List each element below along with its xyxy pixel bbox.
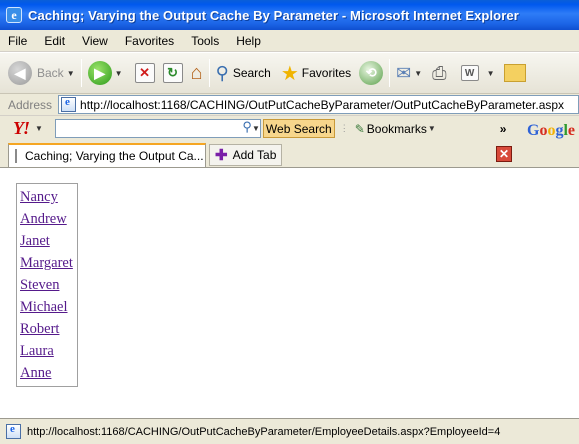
employee-link-janet[interactable]: Janet	[20, 230, 77, 252]
refresh-button[interactable]: ↻	[162, 56, 183, 90]
toolbar-separator	[208, 59, 210, 87]
google-logo-letter: G	[526, 122, 540, 139]
back-arrow-icon: ◀	[8, 61, 32, 85]
favorites-star-icon: ★	[280, 62, 299, 85]
forward-arrow-icon: ▶	[87, 61, 112, 85]
favorites-button[interactable]: ★ Favorites	[281, 56, 351, 90]
back-button[interactable]: ◀ Back ▼	[8, 56, 75, 90]
internet-explorer-icon: e	[6, 7, 22, 23]
tab-active[interactable]: Caching; Varying the Output Ca...	[8, 143, 206, 167]
history-icon: ⟲	[359, 61, 384, 85]
google-logo[interactable]: Google	[527, 122, 575, 140]
menu-view[interactable]: View	[82, 34, 108, 48]
toolbar-grip-icon: ⋮	[339, 123, 349, 133]
print-button[interactable]: ⎙	[432, 56, 446, 90]
address-input[interactable]: http://localhost:1168/CACHING/OutPutCach…	[58, 95, 579, 114]
page-content: Nancy Andrew Janet Margaret Steven Micha…	[0, 168, 579, 418]
close-tab-button[interactable]: ✕	[496, 146, 512, 162]
employee-link-anne[interactable]: Anne	[20, 362, 77, 384]
edit-word-button[interactable]: W ▼	[460, 56, 495, 90]
toolbar-separator	[80, 59, 82, 87]
menu-bar: File Edit View Favorites Tools Help	[0, 30, 579, 52]
page-document-icon	[15, 149, 17, 163]
folder-button[interactable]	[504, 56, 527, 90]
home-icon: ⌂	[190, 61, 203, 84]
menu-help[interactable]: Help	[236, 34, 261, 48]
employee-link-margaret[interactable]: Margaret	[20, 252, 77, 274]
menu-file[interactable]: File	[8, 34, 27, 48]
web-search-button[interactable]: Web Search	[262, 119, 335, 138]
plus-icon: ✚	[215, 147, 228, 164]
search-magnifier-icon: ⚲	[215, 62, 229, 83]
history-button[interactable]: ⟲	[359, 56, 384, 90]
tab-bar: Caching; Varying the Output Ca... ✚ Add …	[0, 141, 579, 168]
mail-button[interactable]: ✉ ▼	[396, 56, 422, 90]
tab-title: Caching; Varying the Output Ca...	[25, 149, 204, 163]
stop-icon: ✕	[134, 63, 155, 83]
favorites-label: Favorites	[301, 66, 352, 80]
back-dropdown-icon[interactable]: ▼	[67, 69, 75, 78]
bookmarks-label: Bookmarks	[366, 121, 427, 136]
address-url: http://localhost:1168/CACHING/OutPutCach…	[80, 97, 565, 112]
mail-dropdown-icon[interactable]: ▼	[414, 69, 422, 78]
address-bar: Address http://localhost:1168/CACHING/Ou…	[0, 94, 579, 116]
employee-link-andrew[interactable]: Andrew	[20, 208, 77, 230]
yahoo-toolbar: Y! ▼ ⚲ ▼ Web Search ⋮ ✎ Bookmarks ▼ »	[0, 116, 579, 141]
yahoo-search-magnifier-icon[interactable]: ⚲	[242, 119, 252, 135]
employee-link-laura[interactable]: Laura	[20, 340, 77, 362]
toolbar-overflow-chevron[interactable]: »	[500, 122, 507, 136]
bookmarks-button[interactable]: ✎ Bookmarks ▼	[355, 122, 436, 136]
status-bar: http://localhost:1168/CACHING/OutPutCach…	[0, 418, 579, 444]
address-label: Address	[8, 97, 53, 112]
menu-edit[interactable]: Edit	[44, 34, 65, 48]
standard-toolbar: ◀ Back ▼ ▶ ▼ ✕ ↻ ⌂ ⚲ Search ★ Favorites …	[0, 52, 579, 94]
search-button[interactable]: ⚲ Search	[216, 56, 271, 90]
printer-icon: ⎙	[432, 62, 447, 83]
employee-link-michael[interactable]: Michael	[20, 296, 77, 318]
window-title: Caching; Varying the Output Cache By Par…	[28, 7, 519, 23]
bookmarks-dropdown-icon: ▼	[427, 124, 436, 133]
employee-link-steven[interactable]: Steven	[20, 274, 77, 296]
search-label: Search	[232, 66, 271, 80]
menu-favorites[interactable]: Favorites	[125, 34, 174, 48]
yahoo-logo[interactable]: Y!	[13, 118, 30, 139]
bookmarks-icon: ✎	[354, 121, 365, 136]
google-logo-letter: e	[567, 122, 575, 139]
edit-dropdown-icon[interactable]: ▼	[487, 69, 495, 78]
word-document-icon: W	[460, 65, 479, 81]
window-titlebar: e Caching; Varying the Output Cache By P…	[0, 0, 579, 30]
mail-envelope-icon: ✉	[396, 62, 412, 83]
status-text: http://localhost:1168/CACHING/OutPutCach…	[27, 425, 501, 438]
toolbar-separator	[389, 59, 391, 87]
add-tab-label: Add Tab	[232, 148, 277, 162]
status-page-icon	[6, 423, 21, 439]
forward-button[interactable]: ▶ ▼	[87, 56, 123, 90]
employee-list-table: Nancy Andrew Janet Margaret Steven Micha…	[16, 183, 78, 387]
yahoo-menu-dropdown-icon[interactable]: ▼	[35, 124, 43, 133]
yahoo-search-dropdown-icon[interactable]: ▼	[252, 124, 260, 133]
employee-link-robert[interactable]: Robert	[20, 318, 77, 340]
home-button[interactable]: ⌂	[191, 56, 203, 90]
yahoo-search-input[interactable]: ⚲ ▼	[54, 119, 261, 138]
add-tab-button[interactable]: ✚ Add Tab	[209, 144, 283, 166]
menu-tools[interactable]: Tools	[191, 34, 219, 48]
employee-link-nancy[interactable]: Nancy	[20, 186, 77, 208]
back-label: Back	[37, 66, 64, 80]
stop-button[interactable]: ✕	[134, 56, 155, 90]
folder-icon	[504, 64, 527, 82]
refresh-icon: ↻	[162, 63, 183, 83]
forward-dropdown-icon[interactable]: ▼	[115, 69, 123, 78]
page-favicon-icon	[61, 96, 77, 112]
